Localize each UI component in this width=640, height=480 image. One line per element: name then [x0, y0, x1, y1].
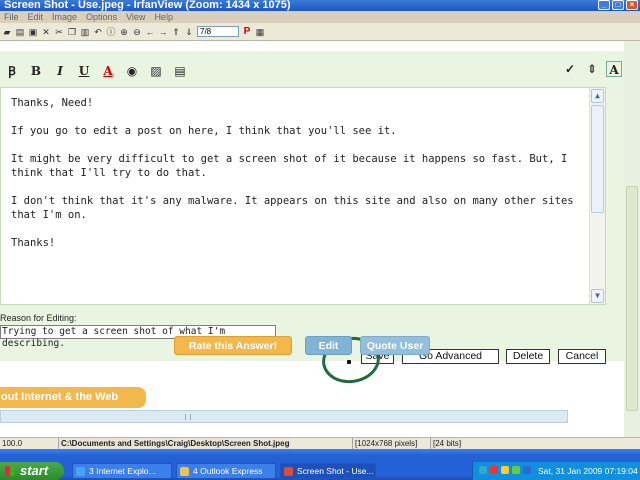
network-icon[interactable]	[479, 466, 487, 474]
page-horizontal-scrollbar[interactable]	[0, 410, 568, 423]
outlook-express-icon	[180, 467, 189, 476]
status-zoom: 100.0	[2, 439, 23, 448]
save-icon[interactable]: ▣	[28, 27, 38, 37]
status-bits: [24 bits]	[430, 438, 464, 449]
system-tray: Sat, 31 Jan 2009 07:19:04	[472, 462, 640, 480]
windows-logo-icon	[5, 466, 15, 476]
taskbar-item-label: 3 Internet Explo...	[89, 466, 156, 476]
editor-toolbar-right: ✓ ⇕ A	[562, 61, 622, 77]
window-controls: _ □ ×	[598, 0, 638, 10]
switch-mode-icon[interactable]: A	[606, 61, 622, 77]
close-button[interactable]: ×	[626, 0, 638, 10]
post-paragraph: If you go to edit a post on here, I thin…	[11, 125, 397, 137]
menu-image[interactable]: Image	[52, 11, 77, 23]
last-icon[interactable]: ⇓	[184, 27, 194, 37]
first-icon[interactable]: ⇑	[171, 27, 181, 37]
internet-explorer-icon	[76, 467, 85, 476]
editor-toolbar: Ꞵ B I U A ◉ ▨ ▤	[0, 59, 608, 83]
copy-icon[interactable]: ❐	[67, 27, 77, 37]
clock: Sat, 31 Jan 2009 07:19:04	[538, 466, 638, 476]
irfanview-toolbar: ▰ ▤ ▣ ✕ ✂ ❐ ▥ ↶ ⓘ ⊕ ⊖ ← → ⇑ ⇓ 7/8 P ▦	[0, 23, 640, 41]
viewer-vertical-scrollbar[interactable]	[624, 41, 640, 437]
bold-button[interactable]: B	[28, 63, 44, 79]
menu-view[interactable]: View	[126, 11, 145, 23]
settings-icon[interactable]: ▦	[255, 27, 265, 37]
undo-icon[interactable]: ↶	[93, 27, 103, 37]
start-button[interactable]: start	[0, 462, 64, 480]
menu-edit[interactable]: Edit	[28, 11, 44, 23]
post-paragraph: Thanks, Need!	[11, 97, 94, 109]
quote-user-button[interactable]: Quote User	[360, 336, 430, 355]
next-icon[interactable]: →	[158, 27, 168, 37]
post-text-editor[interactable]: Thanks, Need! If you go to edit a post o…	[0, 87, 606, 305]
rate-answer-button[interactable]: Rate this Answer!	[174, 336, 292, 355]
spellcheck-icon[interactable]: ✓	[562, 61, 578, 77]
menu-bar: File Edit Image Options View Help	[0, 11, 640, 23]
status-path: C:\Documents and Settings\Craig\Desktop\…	[58, 438, 292, 449]
status-size: [1024x768 pixels]	[352, 438, 420, 449]
link-icon[interactable]: ◉	[124, 63, 140, 79]
post-paragraph: It might be very difficult to get a scre…	[11, 153, 568, 179]
font-color-button[interactable]: A	[100, 63, 116, 79]
editor-scrollbar[interactable]: ▲ ▼	[589, 88, 605, 304]
delete-button[interactable]: Delete	[506, 349, 550, 364]
antivirus-icon[interactable]	[490, 466, 498, 474]
irfanview-icon	[284, 467, 293, 476]
status-bar: 100.0 C:\Documents and Settings\Craig\De…	[0, 437, 640, 449]
cancel-button[interactable]: Cancel	[558, 349, 606, 364]
taskbar-item-irfanview[interactable]: Screen Shot - Use...	[280, 463, 376, 479]
paste-icon[interactable]: ▥	[80, 27, 90, 37]
scroll-up-icon[interactable]: ▲	[591, 89, 604, 103]
image-view: Ꞵ B I U A ◉ ▨ ▤ ✓ ⇕ A Thanks, Need! If y…	[0, 41, 624, 437]
post-paragraph: Thanks!	[11, 237, 56, 249]
scroll-grip	[185, 414, 191, 420]
taskbar-item-label: 4 Outlook Express	[193, 466, 263, 476]
mouse-cursor	[347, 360, 351, 364]
taskbar-item-label: Screen Shot - Use...	[297, 466, 374, 476]
edit-button[interactable]: Edit	[305, 336, 352, 355]
italic-button[interactable]: I	[52, 63, 68, 79]
viewer-scroll-thumb[interactable]	[626, 186, 638, 411]
tray-icons	[479, 466, 531, 474]
editor-scroll-thumb[interactable]	[591, 105, 604, 213]
menu-options[interactable]: Options	[86, 11, 117, 23]
slideshow-icon[interactable]: ▤	[15, 27, 25, 37]
reason-label: Reason for Editing:	[0, 313, 77, 323]
delete-icon[interactable]: ✕	[41, 27, 51, 37]
minimize-button[interactable]: _	[598, 0, 610, 10]
scroll-down-icon[interactable]: ▼	[591, 289, 604, 303]
update-icon[interactable]	[512, 466, 520, 474]
zoom-out-icon[interactable]: ⊖	[132, 27, 142, 37]
image-icon[interactable]: ▨	[148, 63, 164, 79]
underline-button[interactable]: U	[76, 63, 92, 79]
zoom-in-icon[interactable]: ⊕	[119, 27, 129, 37]
section-tab[interactable]: out Internet & the Web	[0, 387, 146, 408]
resize-icon[interactable]: ⇕	[584, 61, 600, 77]
volume-icon[interactable]	[501, 466, 509, 474]
quote-icon[interactable]: ▤	[172, 63, 188, 79]
post-paragraph: I don't think that it's any malware. It …	[11, 195, 574, 221]
window-title: Screen Shot - Use.jpeg - IrfanView (Zoom…	[4, 0, 291, 11]
menu-file[interactable]: File	[4, 11, 19, 23]
edit-post-area: Ꞵ B I U A ◉ ▨ ▤ ✓ ⇕ A Thanks, Need! If y…	[0, 51, 624, 387]
paint-icon[interactable]: P	[242, 26, 252, 37]
menu-help[interactable]: Help	[154, 11, 173, 23]
info-icon[interactable]: ⓘ	[106, 27, 116, 37]
taskbar-item-internet-explorer[interactable]: 3 Internet Explo...	[72, 463, 172, 479]
open-icon[interactable]: ▰	[2, 27, 12, 37]
cut-icon[interactable]: ✂	[54, 27, 64, 37]
maximize-button[interactable]: □	[612, 0, 624, 10]
connection-icon[interactable]	[523, 466, 531, 474]
format-icon[interactable]: Ꞵ	[4, 63, 20, 79]
window-title-bar: Screen Shot - Use.jpeg - IrfanView (Zoom…	[0, 0, 640, 11]
prev-icon[interactable]: ←	[145, 27, 155, 37]
page-number-field[interactable]: 7/8	[197, 26, 239, 37]
taskbar-item-outlook-express[interactable]: 4 Outlook Express	[176, 463, 276, 479]
start-label: start	[20, 463, 49, 478]
